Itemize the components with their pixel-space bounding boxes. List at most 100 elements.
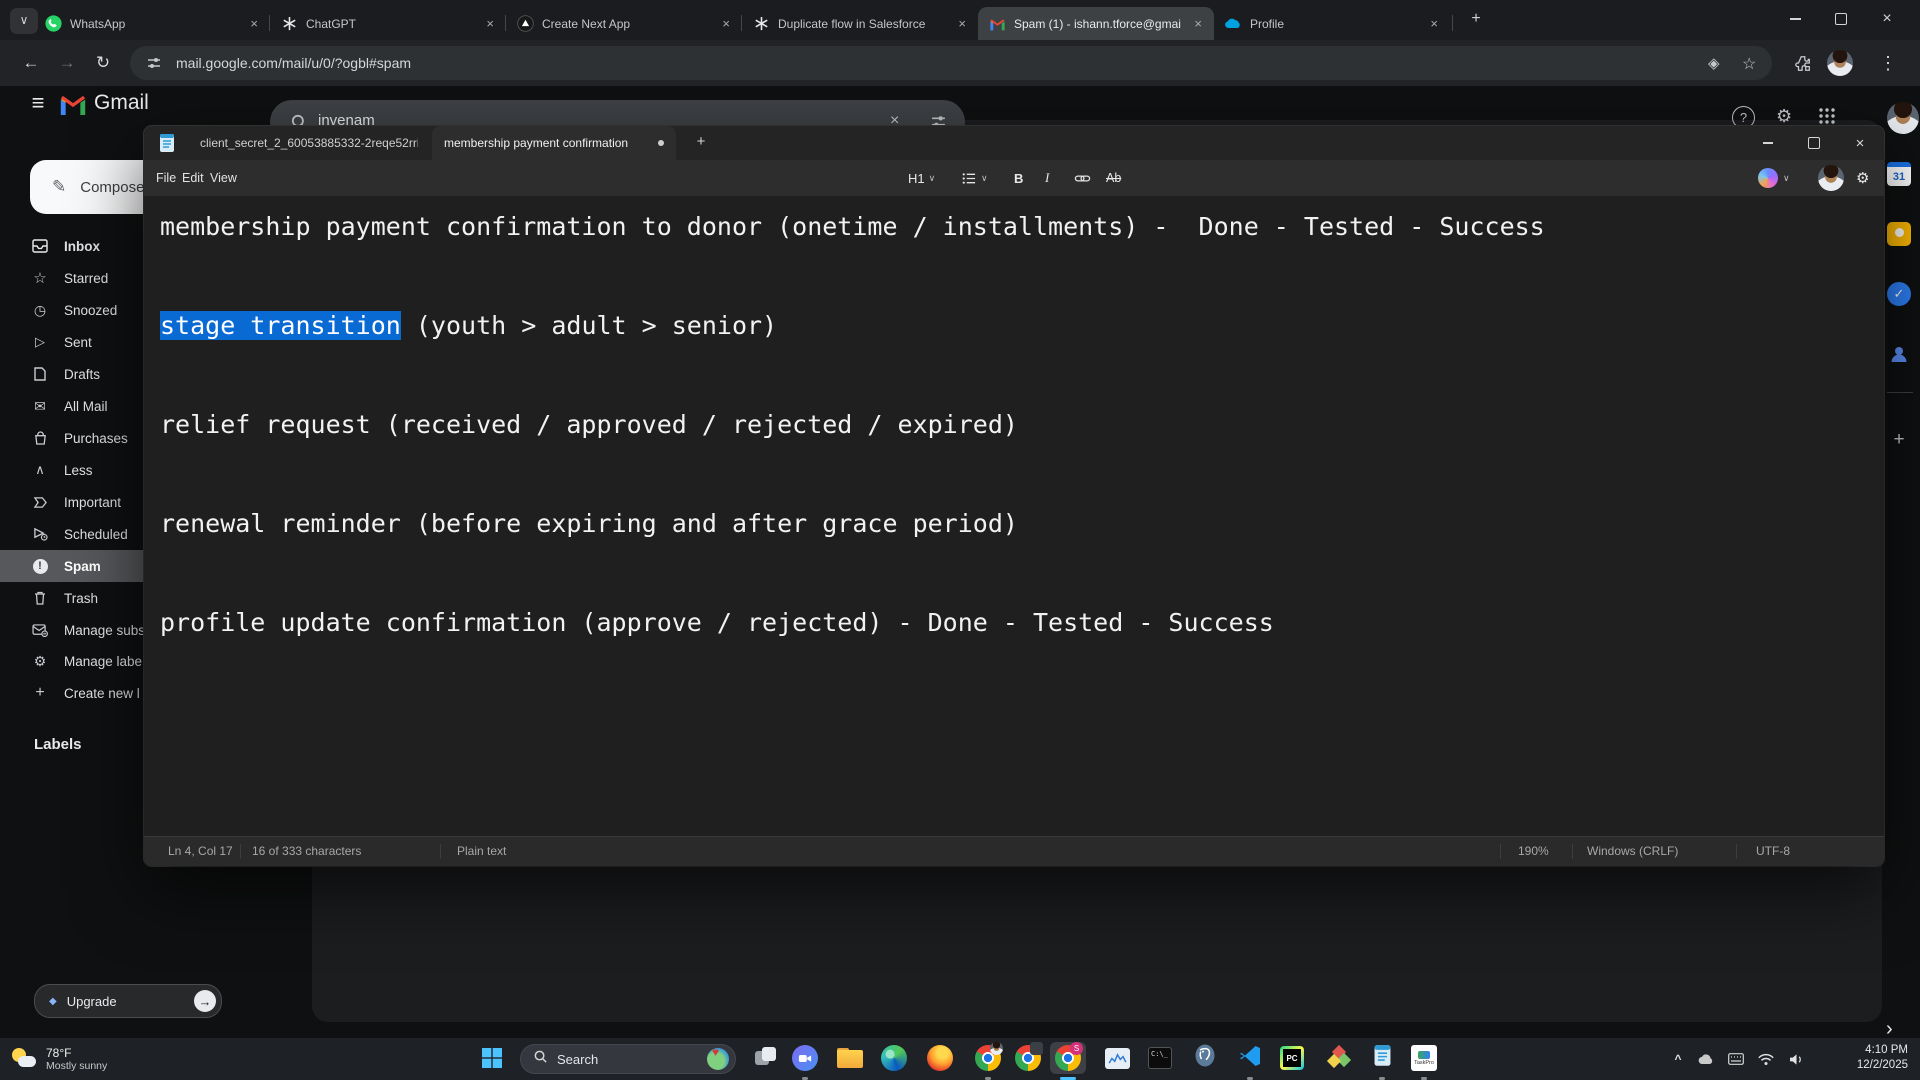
browser-minimize-button[interactable] bbox=[1772, 0, 1818, 38]
address-bar[interactable]: mail.google.com/mail/u/0/?ogbl#spam ◈ ☆ bbox=[130, 46, 1772, 80]
link-button[interactable] bbox=[1074, 160, 1091, 196]
calendar-icon[interactable]: 31 bbox=[1887, 162, 1911, 186]
copilot-icon[interactable]: ∨ bbox=[1758, 160, 1790, 196]
notepad-window[interactable]: client_secret_2_60053885332-2reqe52rribc… bbox=[144, 126, 1884, 866]
tab-close-icon[interactable]: × bbox=[1192, 16, 1204, 31]
tray-chevron-up-icon[interactable]: ^ bbox=[1668, 1038, 1688, 1080]
browser-tab-create-next-app[interactable]: Create Next App × bbox=[506, 7, 742, 40]
weather-widget[interactable]: 78°F Mostly sunny bbox=[10, 1042, 180, 1076]
menu-file[interactable]: File bbox=[156, 160, 176, 196]
language-keyboard-icon[interactable] bbox=[1724, 1038, 1748, 1080]
browser-profile-avatar[interactable] bbox=[1827, 50, 1853, 76]
command-prompt-button[interactable]: C:\_ bbox=[1142, 1042, 1178, 1074]
tab-close-icon[interactable]: × bbox=[1428, 16, 1440, 31]
chevron-down-icon: ∨ bbox=[928, 172, 936, 183]
tab-divider bbox=[1452, 15, 1453, 31]
bold-button[interactable]: B bbox=[1014, 160, 1023, 196]
edge-browser-button[interactable] bbox=[876, 1042, 912, 1074]
url-text[interactable]: mail.google.com/mail/u/0/?ogbl#spam bbox=[176, 46, 411, 80]
vscode-button[interactable] bbox=[1232, 1042, 1268, 1080]
wifi-icon[interactable] bbox=[1754, 1038, 1778, 1080]
back-icon[interactable]: ← bbox=[14, 40, 48, 86]
extensions-puzzle-icon[interactable] bbox=[1786, 40, 1820, 86]
browser-tab-whatsapp[interactable]: WhatsApp × bbox=[34, 7, 270, 40]
browser-tab-chatgpt[interactable]: ChatGPT × bbox=[270, 7, 506, 40]
tab-close-icon[interactable]: × bbox=[720, 16, 732, 31]
send-icon: ▷ bbox=[35, 334, 45, 349]
notepad-tab-bar: client_secret_2_60053885332-2reqe52rribc… bbox=[144, 126, 1884, 160]
task-view-button[interactable] bbox=[748, 1042, 784, 1074]
clear-formatting-button[interactable]: Ab bbox=[1106, 160, 1121, 196]
gmail-account-avatar[interactable] bbox=[1887, 102, 1919, 134]
contacts-icon[interactable] bbox=[1887, 342, 1911, 366]
sidebar-label: Starred bbox=[64, 270, 109, 286]
new-tab-button[interactable]: + bbox=[1464, 10, 1488, 30]
tab-close-icon[interactable]: × bbox=[956, 16, 968, 31]
start-button[interactable] bbox=[474, 1042, 510, 1074]
notepad-app-button[interactable] bbox=[1364, 1042, 1400, 1080]
taskpro-icon: TaskPro bbox=[1411, 1045, 1437, 1071]
browser-tab-salesforce-flow[interactable]: Duplicate flow in Salesforce × bbox=[742, 7, 978, 40]
get-addons-plus-icon[interactable]: + bbox=[1887, 428, 1911, 452]
site-info-tune-icon[interactable] bbox=[146, 55, 162, 71]
notepad-editor[interactable]: membership payment confirmation to donor… bbox=[144, 196, 1884, 836]
browser-maximize-button[interactable] bbox=[1818, 0, 1864, 38]
italic-button[interactable]: I bbox=[1045, 160, 1049, 196]
list-button[interactable]: ∨ bbox=[962, 160, 988, 196]
browser-tab-gmail-spam[interactable]: Spam (1) - ishann.tforce@gmai × bbox=[978, 7, 1214, 40]
notepad-maximize-button[interactable] bbox=[1791, 126, 1837, 160]
bookmark-star-icon[interactable]: ☆ bbox=[1742, 54, 1756, 74]
google-apps-grid-icon[interactable] bbox=[1818, 107, 1836, 125]
search-placeholder: Search bbox=[557, 1051, 599, 1067]
notepad-new-tab-button[interactable]: + bbox=[690, 133, 712, 153]
tasks-icon[interactable]: ✓ bbox=[1887, 282, 1911, 306]
volume-icon[interactable] bbox=[1784, 1038, 1808, 1080]
notepad-minimize-button[interactable] bbox=[1745, 126, 1791, 160]
gmail-icon bbox=[988, 15, 1006, 33]
calendar-day: 31 bbox=[1892, 170, 1906, 183]
taskpro-app-button[interactable]: TaskPro bbox=[1406, 1042, 1442, 1080]
file-explorer-button[interactable] bbox=[832, 1042, 868, 1074]
menu-edit[interactable]: Edit bbox=[182, 160, 204, 196]
upgrade-button[interactable]: ◆ Upgrade → bbox=[34, 984, 222, 1018]
task-manager-button[interactable] bbox=[1099, 1042, 1135, 1074]
postgresql-button[interactable] bbox=[1187, 1042, 1223, 1074]
menu-view[interactable]: View bbox=[210, 160, 237, 196]
zoom-level[interactable]: 190% bbox=[1518, 837, 1549, 866]
chrome-profile1-button[interactable] bbox=[970, 1042, 1006, 1080]
firefox-browser-button[interactable] bbox=[922, 1042, 958, 1074]
video-call-app-button[interactable] bbox=[787, 1042, 823, 1080]
heading-style-button[interactable]: H1 ∨ bbox=[908, 160, 935, 196]
browser-tab-strip: ∨ WhatsApp × ChatGPT × Create Next App ×… bbox=[0, 0, 1920, 40]
pycharm-button[interactable]: PC bbox=[1274, 1042, 1310, 1074]
notepad-tab-membership[interactable]: membership payment confirmation bbox=[432, 126, 676, 160]
important-icon bbox=[30, 496, 50, 509]
clock[interactable]: 4:10 PM 12/2/2025 bbox=[1857, 1043, 1908, 1073]
taskbar-search-box[interactable]: Search ♥ bbox=[520, 1044, 736, 1074]
chrome-profile2-button[interactable] bbox=[1010, 1042, 1046, 1074]
keep-icon[interactable] bbox=[1887, 222, 1911, 246]
task-manager-icon bbox=[1104, 1047, 1130, 1069]
notepad-tab-client-secret[interactable]: client_secret_2_60053885332-2reqe52rribc bbox=[188, 126, 430, 160]
notepad-account-avatar[interactable] bbox=[1818, 165, 1844, 191]
reload-icon[interactable]: ↻ bbox=[86, 40, 120, 86]
tab-close-icon[interactable]: × bbox=[248, 16, 260, 31]
notepad-settings-gear-icon[interactable]: ⚙ bbox=[1856, 160, 1869, 196]
onedrive-cloud-icon[interactable] bbox=[1694, 1038, 1718, 1080]
draft-icon bbox=[30, 367, 50, 381]
hamburger-menu-icon[interactable]: ≡ bbox=[26, 90, 50, 116]
chrome-profile3-button[interactable]: S bbox=[1050, 1042, 1086, 1080]
status-divider bbox=[440, 844, 441, 859]
forward-icon[interactable]: → bbox=[50, 40, 84, 86]
settings-gear-icon[interactable]: ⚙ bbox=[1776, 106, 1792, 127]
jetbrains-tools-button[interactable] bbox=[1320, 1042, 1356, 1074]
notepad-close-button[interactable]: × bbox=[1837, 126, 1883, 160]
reading-mode-diamond-icon[interactable]: ◈ bbox=[1708, 54, 1720, 72]
browser-menu-kebab-icon[interactable]: ⋮ bbox=[1871, 40, 1905, 86]
selected-text: stage transition bbox=[160, 311, 401, 340]
browser-tab-profile[interactable]: Profile × bbox=[1214, 7, 1450, 40]
browser-close-button[interactable]: × bbox=[1864, 0, 1910, 38]
tray-time: 4:10 PM bbox=[1865, 1044, 1908, 1056]
tab-close-icon[interactable]: × bbox=[484, 16, 496, 31]
copilot-gradient bbox=[1758, 168, 1778, 188]
